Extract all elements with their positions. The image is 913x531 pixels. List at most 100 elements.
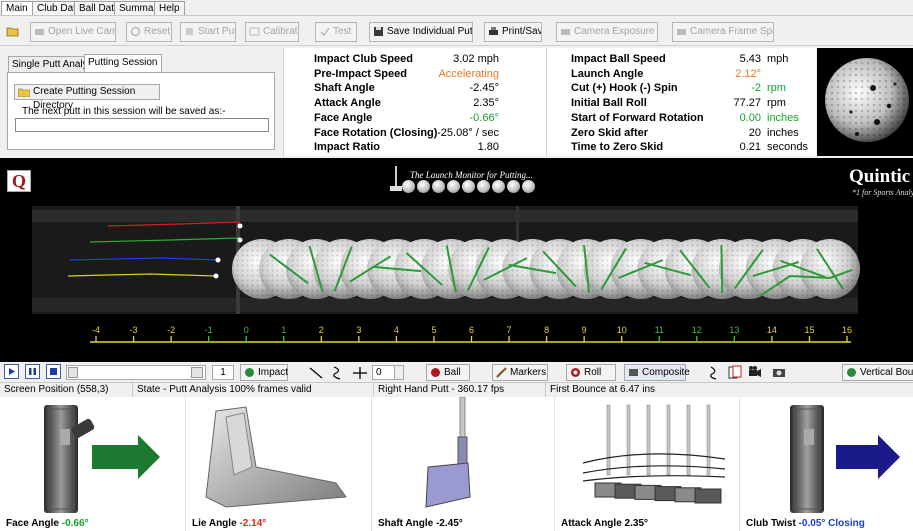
ball-metric-value: 5.43 [739,53,761,65]
markers-button[interactable]: Markers [492,364,548,381]
logo-ball-icon [447,180,460,193]
open-live-camera-button[interactable]: Open Live Camera [30,22,116,42]
impact-button[interactable]: Impact [240,364,288,381]
club-metric-label: Impact Ratio [314,141,381,154]
shaft-angle-caption: Shaft Angle -2.45° [378,518,463,529]
club-marker-dot [215,257,221,263]
ball-button[interactable]: Ball [426,364,470,381]
spin-value-stepper[interactable]: 0 [372,365,404,380]
ruler-tick-label: -3 [130,325,138,335]
first-bounce-status: First Bounce at 6.47 ins [550,384,656,395]
attack-angle-panel: Attack Angle 2.35° [555,397,740,531]
spin-value: 0 [376,367,382,378]
attack-frame-putter [654,404,682,502]
club-analysis-panels: Face Angle -0.66° Lie Angle -2.14° Shaft… [0,396,913,531]
ball-metric-value: 0.00 [739,111,761,124]
roll-icon [570,367,581,378]
ball-metric-label: Launch Angle [571,67,644,80]
reset-button[interactable]: Reset [126,22,172,42]
ruler-tick-label: 7 [507,325,512,335]
open-folder-icon[interactable] [6,24,20,38]
cards-icon[interactable] [728,365,742,379]
ruler-tick-label: 10 [617,325,627,335]
ruler-tick-label: 12 [692,325,702,335]
ball-metric-label: Initial Ball Roll [571,97,647,110]
club-metric-row: Face Rotation (Closing) -25.08° / sec [314,127,539,141]
open-live-camera-label: Open Live Camera [48,26,116,37]
shaft-angle-caption-value: -2.45° [435,518,463,529]
save-icon [373,26,384,37]
frame-slider[interactable] [66,365,206,380]
start-putt-button[interactable]: Start Putt [180,22,236,42]
ball-label: Ball [444,367,461,378]
ruler-tick-label: 6 [469,325,474,335]
composite-button[interactable]: Composite [624,364,690,381]
tab-putting-session[interactable]: Putting Session [84,54,162,72]
brand-name: Quintic [849,166,911,187]
menu-tab-help[interactable]: Help [154,1,185,15]
club-twist-caption-label: Club Twist [746,518,796,529]
frame-number-field[interactable]: 1 [212,365,234,380]
club-metric-label: Face Angle [314,111,373,124]
ball-metric-unit: rpm [767,97,786,110]
slider-left-arrow-icon[interactable] [68,367,78,378]
stop-button[interactable] [46,364,61,379]
club-metric-label: Face Rotation (Closing) [314,126,438,139]
ruler-tick-label: 3 [356,325,361,335]
print-save-button[interactable]: Print/Save [484,22,542,42]
pause-button[interactable] [25,364,40,379]
toolbar: Open Live Camera Reset Start Putt Calibr… [0,18,913,46]
attack-frame-putter [614,404,642,499]
menu-tab-main[interactable]: Main [1,1,33,15]
camera-settings-icon[interactable] [772,365,786,379]
bounce-curve-icon[interactable] [708,366,720,380]
slider-right-arrow-icon[interactable] [191,367,203,378]
curve-tool-icon[interactable] [330,366,346,380]
line-tool-icon[interactable] [308,366,324,380]
ruler-tick-label: 1 [281,325,286,335]
ruler-tick-label: 11 [655,325,664,335]
lie-angle-panel: Lie Angle -2.14° [186,397,372,531]
reset-icon [130,26,141,37]
save-individual-putt-button[interactable]: Save Individual Putt [369,22,473,42]
face-angle-panel: Face Angle -0.66° [0,397,186,531]
save-individual-putt-label: Save Individual Putt [387,26,473,37]
test-button[interactable]: Test [315,22,357,42]
ruler-tick-label: 5 [431,325,436,335]
attack-angle-caption-label: Attack Angle [561,518,622,529]
camera-exposure-icon [560,26,571,37]
ball-closeup-image [817,48,913,156]
lie-angle-caption-value: -2.14° [239,518,267,529]
attack-frame-putter [634,404,662,500]
club-metric-value: 3.02 mph [453,53,499,65]
quintic-logo: Q [7,170,31,192]
vertical-bounce-button[interactable]: Vertical Bounce [842,364,913,381]
logo-ball-icon [402,180,415,193]
club-metric-value: Accelerating [438,67,499,80]
markers-icon [496,367,507,378]
play-button[interactable] [4,364,19,379]
stepper-arrows-icon[interactable] [394,366,403,379]
club-metric-row: Shaft Angle -2.45° [314,82,539,96]
club-metric-label: Impact Club Speed [314,53,414,65]
logo-ball-row [402,180,542,194]
calibrate-button[interactable]: Calibrate [245,22,299,42]
ball-metric-label: Zero Skid after [571,126,649,139]
roll-button[interactable]: Roll [566,364,616,381]
logo-ball-icon [432,180,445,193]
crosshair-icon[interactable] [352,366,368,380]
ruler-tick-label: 2 [319,325,324,335]
putt-video-composite[interactable]: -4 -3 -2 -1 0 1 2 3 4 5 6 7 8 9 10 11 12 13 14 15 16 Q The L… [0,158,913,362]
ruler-tick-label: 0 [244,325,249,335]
camera-exposure-time-button[interactable]: Camera Exposure Time [556,22,658,42]
video-camera-icon[interactable] [748,365,762,379]
create-session-directory-button[interactable]: Create Putting Session Directory [14,84,160,111]
roll-marker-line [720,244,724,294]
club-metric-row: Face Angle -0.66° [314,112,539,126]
camera-speed-icon [676,26,687,37]
ruler-tick-label: 8 [544,325,549,335]
camera-frame-speed-button[interactable]: Camera Frame Speed [672,22,774,42]
next-putt-filename-field[interactable] [15,118,269,132]
logo-ball-icon [477,180,490,193]
club-marker-dot [213,273,219,279]
